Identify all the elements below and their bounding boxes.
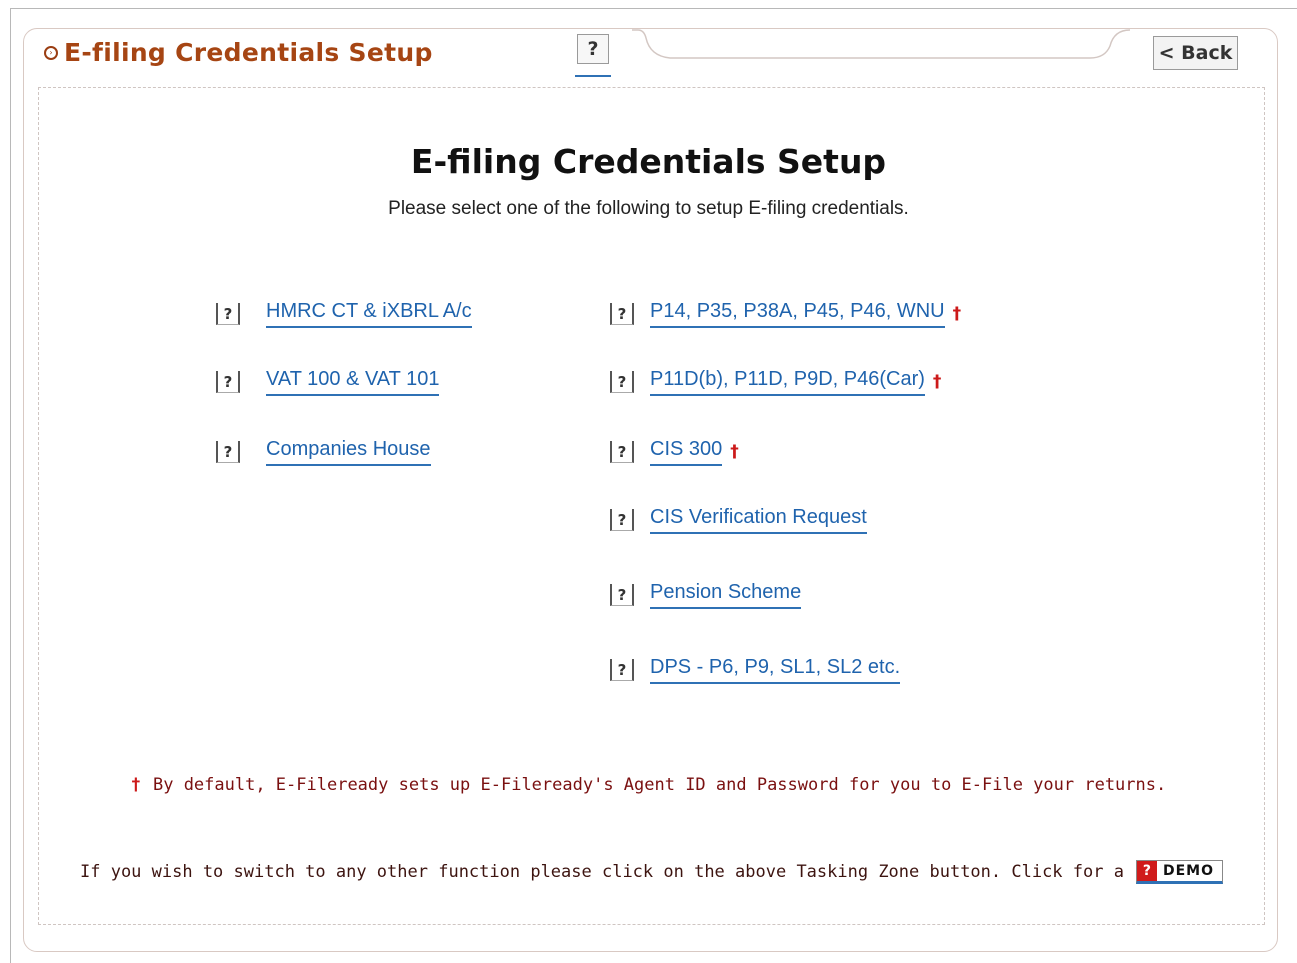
- window-top-border: [10, 8, 1297, 9]
- help-icon[interactable]: ?: [216, 303, 240, 325]
- footnote-text: By default, E-Fileready sets up E-Filere…: [152, 775, 1167, 795]
- help-icon[interactable]: ?: [610, 371, 634, 393]
- switch-function-text: If you wish to switch to any other funct…: [80, 862, 1124, 882]
- list-item-companies-house: ? Companies House: [216, 438, 431, 466]
- link-hmrc-ct-ixbrl[interactable]: HMRC CT & iXBRL A/c: [266, 300, 472, 328]
- list-item-pension-scheme: ? Pension Scheme: [610, 581, 802, 609]
- list-item-hmrc-ct: ? HMRC CT & iXBRL A/c: [216, 300, 472, 328]
- link-dps[interactable]: DPS - P6, P9, SL1, SL2 etc.: [650, 656, 901, 684]
- switch-function-line: If you wish to switch to any other funct…: [80, 860, 1223, 884]
- link-vat-100-101[interactable]: VAT 100 & VAT 101: [266, 368, 440, 396]
- help-icon[interactable]: ?: [610, 441, 634, 463]
- help-icon[interactable]: ?: [610, 509, 634, 531]
- header-tab-curve: [632, 29, 1130, 59]
- list-item-p11d: ? P11D(b), P11D, P9D, P46(Car) †: [610, 368, 941, 396]
- help-icon[interactable]: ?: [610, 303, 634, 325]
- list-item-vat: ? VAT 100 & VAT 101: [216, 368, 440, 396]
- help-icon[interactable]: ?: [610, 584, 634, 606]
- question-icon: ?: [1136, 861, 1157, 881]
- help-button-underline: [575, 75, 611, 77]
- link-cis-verification-request[interactable]: CIS Verification Request: [650, 506, 867, 534]
- page-title: E-filing Credentials Setup: [410, 142, 887, 181]
- demo-button[interactable]: ? DEMO: [1135, 860, 1223, 884]
- link-cis-300[interactable]: CIS 300: [650, 438, 723, 466]
- footnote: † By default, E-Fileready sets up E-Filer…: [0, 775, 1297, 795]
- link-companies-house[interactable]: Companies House: [266, 438, 431, 466]
- link-pension-scheme[interactable]: Pension Scheme: [650, 581, 802, 609]
- help-icon[interactable]: ?: [216, 441, 240, 463]
- link-p14-p35[interactable]: P14, P35, P38A, P45, P46, WNU: [650, 300, 945, 328]
- panel-header: › E-filing Credentials Setup: [44, 38, 433, 67]
- link-p11d[interactable]: P11D(b), P11D, P9D, P46(Car): [650, 368, 925, 396]
- help-icon[interactable]: ?: [610, 659, 634, 681]
- circle-arrow-icon: ›: [44, 45, 58, 60]
- back-button[interactable]: < Back: [1153, 36, 1238, 70]
- dagger-marker: †: [932, 372, 942, 392]
- list-item-dps: ? DPS - P6, P9, SL1, SL2 etc.: [610, 656, 901, 684]
- help-button[interactable]: ?: [577, 34, 609, 64]
- dagger-marker: †: [952, 304, 962, 324]
- panel-header-title: E-filing Credentials Setup: [64, 38, 433, 67]
- dagger-marker: †: [130, 775, 141, 795]
- help-icon[interactable]: ?: [216, 371, 240, 393]
- demo-label: DEMO: [1162, 863, 1214, 879]
- list-item-cis300: ? CIS 300 †: [610, 438, 739, 466]
- list-item-p14: ? P14, P35, P38A, P45, P46, WNU †: [610, 300, 961, 328]
- dagger-marker: †: [730, 442, 739, 462]
- page-subtitle: Please select one of the following to se…: [388, 198, 909, 219]
- list-item-cis-verification: ? CIS Verification Request: [610, 506, 867, 534]
